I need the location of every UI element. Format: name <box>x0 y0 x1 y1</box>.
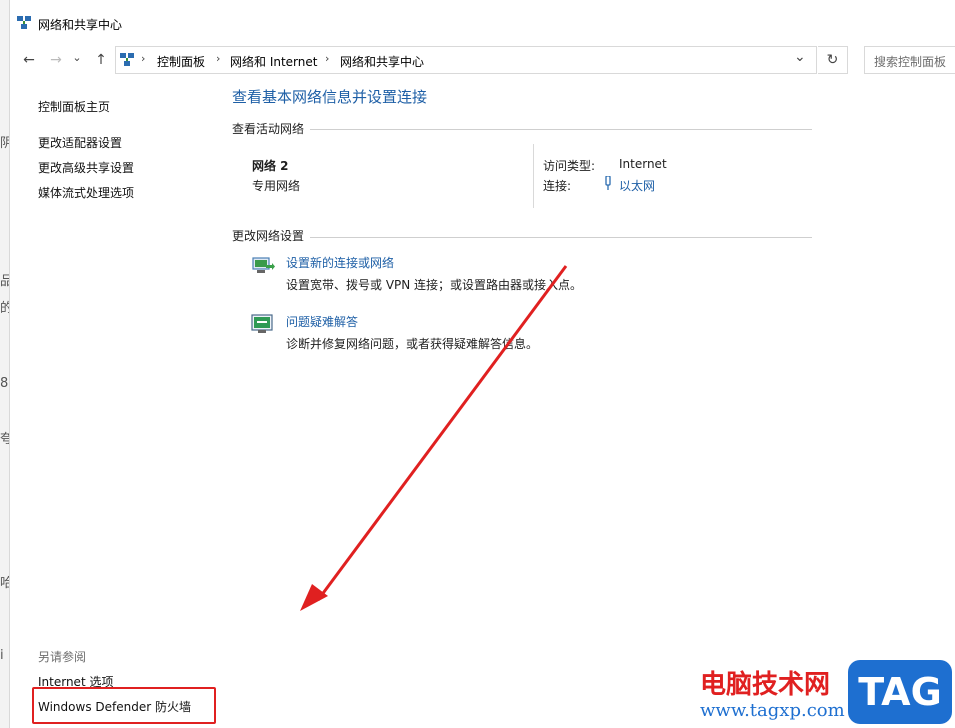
annotation-arrow <box>300 265 568 611</box>
watermark-site-name: 电脑技术网 <box>700 670 831 700</box>
page-title: 查看基本网络信息并设置连接 <box>232 88 428 106</box>
access-type-value: Internet <box>619 157 667 171</box>
back-button[interactable]: ← <box>19 50 39 70</box>
watermark-logo: TAG <box>848 660 952 724</box>
title-bar[interactable] <box>10 0 955 44</box>
background-text: 夸 <box>0 432 9 447</box>
connection-label: 连接: <box>543 179 572 193</box>
background-text: 阴 <box>0 136 9 151</box>
network-type: 专用网络 <box>252 179 301 193</box>
background-text: 的 <box>0 301 9 316</box>
access-type-label: 访问类型: <box>543 159 596 173</box>
new-connection-icon <box>252 257 275 273</box>
recent-locations-button[interactable]: ⌄ <box>70 48 84 68</box>
sidebar-item-adapter-settings[interactable]: 更改适配器设置 <box>38 134 122 151</box>
background-text: 哈 <box>0 576 9 591</box>
active-networks-title: 查看活动网络 <box>232 122 305 136</box>
background-text: i <box>0 648 4 663</box>
up-button[interactable]: ↑ <box>91 50 111 70</box>
background-text: 品 <box>0 274 9 289</box>
ethernet-connection-link[interactable]: 以太网 <box>619 177 655 194</box>
see-also-title: 另请参阅 <box>38 650 87 664</box>
ethernet-icon <box>605 176 611 190</box>
divider <box>310 237 812 238</box>
search-box[interactable]: 搜索控制面板 <box>864 46 955 74</box>
refresh-button[interactable]: ↻ <box>818 46 848 74</box>
window-title: 网络和共享中心 <box>38 18 123 32</box>
divider <box>310 129 812 130</box>
sidebar-item-media-streaming[interactable]: 媒体流式处理选项 <box>38 184 134 201</box>
chevron-right-icon: › <box>141 52 146 65</box>
troubleshoot-icon <box>251 314 273 333</box>
chevron-right-icon: › <box>325 52 330 65</box>
breadcrumb-network-internet[interactable]: 网络和 Internet <box>230 53 317 70</box>
network-center-icon <box>17 16 31 29</box>
network-name: 网络 2 <box>252 159 289 173</box>
sidebar-item-advanced-sharing[interactable]: 更改高级共享设置 <box>38 159 134 176</box>
breadcrumb-network-sharing-center[interactable]: 网络和共享中心 <box>340 53 424 70</box>
control-panel-icon <box>120 53 134 66</box>
breadcrumb-control-panel[interactable]: 控制面板 <box>157 53 205 70</box>
address-dropdown-icon[interactable]: ⌄ <box>794 49 806 65</box>
sidebar-home-link[interactable]: 控制面板主页 <box>38 98 110 115</box>
background-text: 8 <box>0 376 9 391</box>
search-placeholder: 搜索控制面板 <box>874 55 947 69</box>
forward-button[interactable]: → <box>46 50 66 70</box>
highlight-box <box>32 687 216 724</box>
divider <box>533 144 534 208</box>
address-bar[interactable]: › 控制面板 › 网络和 Internet › 网络和共享中心 ⌄ <box>115 46 817 74</box>
setup-connection-link[interactable]: 设置新的连接或网络 <box>286 254 394 271</box>
troubleshoot-desc: 诊断并修复网络问题，或者获得疑难解答信息。 <box>286 337 539 351</box>
troubleshoot-link[interactable]: 问题疑难解答 <box>286 313 358 330</box>
setup-connection-desc: 设置宽带、拨号或 VPN 连接；或设置路由器或接入点。 <box>286 278 583 292</box>
change-settings-title: 更改网络设置 <box>232 229 305 243</box>
background-window-edge <box>0 0 10 728</box>
chevron-right-icon: › <box>216 52 221 65</box>
watermark-url: www.tagxp.com <box>700 700 845 721</box>
